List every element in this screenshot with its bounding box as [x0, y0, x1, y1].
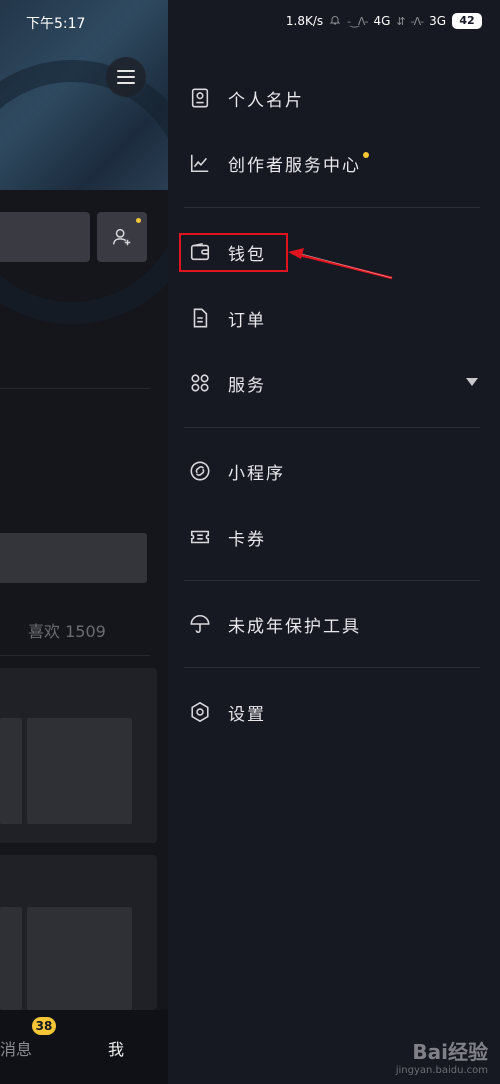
edit-profile-button[interactable] [0, 212, 90, 262]
network-type-1: 4G [373, 14, 391, 28]
add-friend-button[interactable] [97, 212, 147, 262]
content-card[interactable] [0, 668, 157, 843]
services-grid-icon [188, 371, 212, 395]
network-speed: 1.8K/s [285, 14, 324, 28]
divider [184, 580, 480, 581]
thumbnail [0, 907, 22, 1010]
divider [0, 655, 150, 656]
notification-dot [136, 218, 141, 223]
watermark: Bai经验 jingyan.baidu.com [396, 1036, 488, 1076]
mini-program-link-icon [188, 459, 212, 483]
profile-page-background: 喜欢 1509 38 消息 我 [0, 0, 168, 1084]
status-bar: 下午5:17 1.8K/s -‿ᐱ- 4G ⇵ -ᐱ- 3G 42 [0, 0, 500, 44]
divider [184, 667, 480, 668]
menu-item-label: 小程序 [228, 463, 285, 484]
settings-gear-icon [188, 700, 212, 724]
order-document-icon [188, 306, 212, 330]
thumbnail [27, 718, 132, 824]
coupon-ticket-icon [188, 525, 212, 549]
divider [0, 388, 150, 389]
likes-tab[interactable]: 喜欢 1509 [28, 618, 106, 642]
signal-wave-icon: -ᐱ- [410, 14, 425, 28]
thumbnail [27, 907, 132, 1010]
menu-item-label: 设置 [228, 704, 266, 725]
menu-item-business-card[interactable]: 个人名片 [188, 76, 488, 120]
menu-item-coupons[interactable]: 卡券 [188, 515, 488, 559]
chevron-down-icon[interactable] [466, 378, 478, 386]
menu-item-label: 未成年保护工具 [228, 616, 361, 637]
menu-item-creator-center[interactable]: 创作者服务中心 [188, 141, 488, 185]
thumbnail [0, 718, 22, 824]
network-type-2: 3G [429, 14, 446, 28]
hamburger-icon [117, 70, 135, 84]
menu-item-services[interactable]: 服务 [188, 361, 488, 405]
messages-badge: 38 [32, 1017, 56, 1035]
menu-item-label: 个人名片 [228, 90, 304, 111]
chart-line-icon [188, 151, 212, 175]
bell-icon [329, 14, 341, 29]
nav-messages[interactable]: 消息 [0, 1036, 32, 1060]
divider [184, 207, 480, 208]
status-time: 下午5:17 [26, 16, 86, 32]
add-user-icon [113, 228, 131, 246]
menu-item-mini-programs[interactable]: 小程序 [188, 449, 488, 493]
data-transfer-icon: ⇵ [396, 14, 405, 28]
profile-info-bar [0, 533, 147, 583]
annotation-arrow-icon [288, 248, 393, 280]
notification-dot [363, 152, 369, 158]
menu-item-label: 卡券 [228, 529, 266, 550]
watermark-brand: Bai经验 [412, 1040, 488, 1064]
menu-item-orders[interactable]: 订单 [188, 296, 488, 340]
umbrella-icon [188, 612, 212, 636]
divider [184, 427, 480, 428]
status-indicators: 1.8K/s -‿ᐱ- 4G ⇵ -ᐱ- 3G 42 [286, 13, 482, 29]
menu-item-label: 服务 [228, 375, 266, 396]
battery-indicator: 42 [452, 13, 482, 29]
content-card[interactable] [0, 855, 157, 1010]
watermark-url: jingyan.baidu.com [395, 1065, 488, 1076]
menu-button[interactable] [106, 57, 146, 97]
menu-item-settings[interactable]: 设置 [188, 690, 488, 734]
menu-item-minor-protection[interactable]: 未成年保护工具 [188, 602, 488, 646]
signal-wave-icon: -‿ᐱ- [347, 14, 368, 28]
id-card-icon [188, 86, 212, 110]
menu-item-label: 创作者服务中心 [228, 155, 361, 176]
nav-me[interactable]: 我 [108, 1036, 124, 1060]
menu-item-label: 订单 [228, 310, 266, 331]
